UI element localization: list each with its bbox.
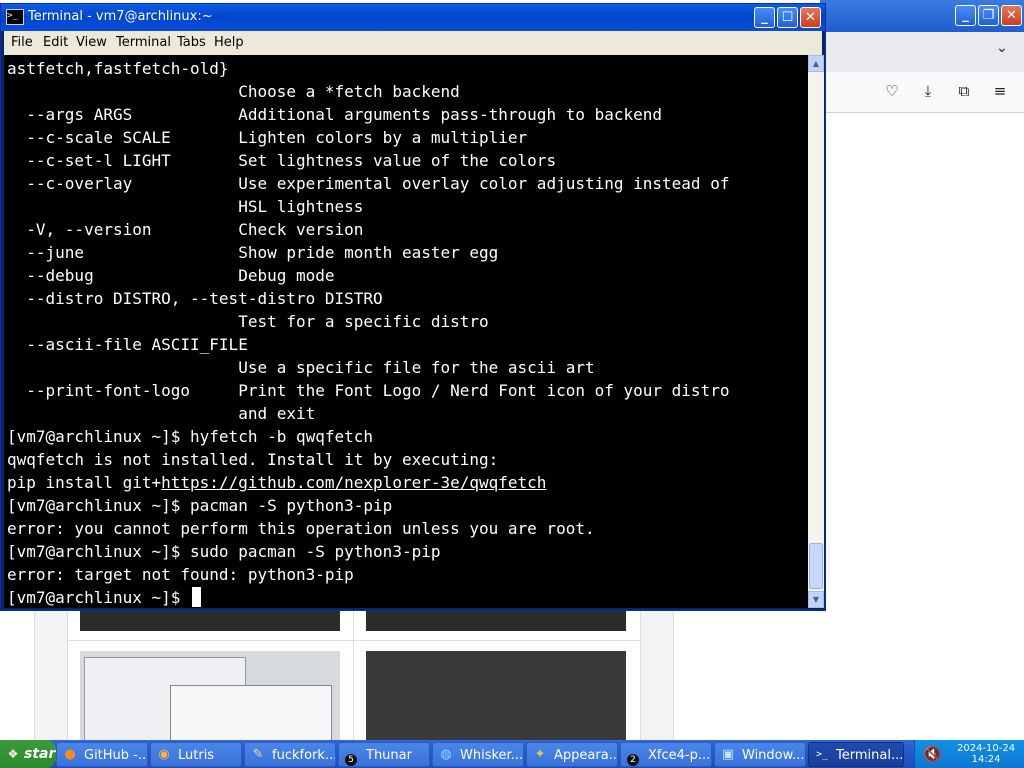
mousepad-icon: ✎ <box>252 747 264 762</box>
terminal-line: [vm7@archlinux ~]$ pacman -S python3-pip <box>7 496 393 515</box>
firefox-icon: ● <box>64 747 76 762</box>
terminal-menubar: File Edit View Terminal Tabs Help <box>4 31 822 55</box>
terminal-line: --ascii-file ASCII_FILE <box>7 335 248 354</box>
terminal-prompt: [vm7@archlinux ~]$ <box>7 588 191 607</box>
menu-view[interactable]: View <box>76 35 107 50</box>
lutris-icon: ◉ <box>158 747 170 762</box>
extensions-icon[interactable]: ⧉ <box>954 82 974 102</box>
browser-minimize-button[interactable]: _ <box>955 5 976 26</box>
window-count-badge: 2 <box>627 754 639 766</box>
browser-titlebar: _ ❐ ✕ <box>820 0 1024 32</box>
browser-page-content <box>34 600 674 743</box>
scroll-up-arrow-icon[interactable]: ▲ <box>808 55 824 72</box>
taskbar-label: GitHub -... <box>84 748 148 763</box>
system-tray: 🔇 2024-10-24 14:24 <box>914 740 1024 768</box>
terminal-icon: >_ <box>815 749 829 760</box>
terminal-line: --june Show pride month easter egg <box>7 243 499 262</box>
terminal-line: error: target not found: python3-pip <box>7 565 354 584</box>
terminal-title: Terminal - vm7@archlinux:~ <box>28 9 213 24</box>
taskbar-button-terminal[interactable]: >_ Terminal... <box>808 742 904 767</box>
terminal-line: --args ARGS Additional arguments pass-th… <box>7 105 663 124</box>
terminal-prompt-line[interactable]: [vm7@archlinux ~]$ <box>7 586 202 608</box>
terminal-line: Use a specific file for the ascii art <box>7 358 595 377</box>
browser-tab-strip: ⌄ <box>820 32 1024 72</box>
text-cursor <box>192 587 202 607</box>
terminal-window: >_ Terminal - vm7@archlinux:~ _ ☐ ✕ File… <box>0 3 826 611</box>
scroll-down-arrow-icon[interactable]: ▼ <box>808 591 824 608</box>
terminal-minimize-button[interactable]: _ <box>754 7 775 28</box>
taskbar-label: fuckfork... <box>272 748 336 763</box>
clock-date: 2024-10-24 <box>957 743 1016 754</box>
terminal-line: --distro DISTRO, --test-distro DISTRO <box>7 289 383 308</box>
menu-tabs[interactable]: Tabs <box>177 35 206 50</box>
terminal-line: HSL lightness <box>7 197 364 216</box>
terminal-line: qwqfetch is not installed. Install it by… <box>7 450 499 469</box>
terminal-line: --c-set-l LIGHT Set lightness value of t… <box>7 151 557 170</box>
terminal-line: --print-font-logo Print the Font Logo / … <box>7 381 730 400</box>
taskbar-label: Xfce4-p... <box>648 748 711 763</box>
whisker-icon: ◍ <box>440 747 452 762</box>
menu-edit[interactable]: Edit <box>43 35 68 50</box>
window-count-badge: 5 <box>345 754 357 766</box>
terminal-maximize-button[interactable]: ☐ <box>777 7 798 28</box>
taskbar-button-window-manager[interactable]: ▣ Window... <box>714 742 806 767</box>
menu-help[interactable]: Help <box>214 35 244 50</box>
volume-muted-icon[interactable]: 🔇 <box>923 745 942 763</box>
window-manager-icon: ▣ <box>721 747 735 762</box>
menu-file[interactable]: File <box>11 35 33 50</box>
terminal-line: Choose a *fetch backend <box>7 82 460 101</box>
terminal-scrollbar[interactable]: ▲ ▼ <box>808 55 824 608</box>
taskbar-label: Terminal... <box>836 748 904 763</box>
taskbar-button-github[interactable]: ● GitHub -... <box>56 742 148 767</box>
taskbar-button-lutris[interactable]: ◉ Lutris <box>150 742 242 767</box>
terminal-line: -V, --version Check version <box>7 220 364 239</box>
taskbar-label: Appeara... <box>554 748 618 763</box>
terminal-line: [vm7@archlinux ~]$ hyfetch -b qwqfetch <box>7 427 374 446</box>
terminal-line: --c-scale SCALE Lighten colors by a mult… <box>7 128 528 147</box>
browser-close-button[interactable]: ✕ <box>1001 5 1022 26</box>
terminal-close-button[interactable]: ✕ <box>800 7 821 28</box>
taskbar: ❖ start ● GitHub -... ◉ Lutris ✎ fuckfor… <box>0 740 1024 768</box>
terminal-app-icon: >_ <box>6 9 24 25</box>
menu-icon[interactable]: ≡ <box>990 82 1010 102</box>
start-button[interactable]: ❖ start <box>0 740 62 768</box>
taskbar-button-whisker[interactable]: ◍ Whisker... <box>432 742 524 767</box>
taskbar-label: Lutris <box>178 748 215 763</box>
terminal-line: --c-overlay Use experimental overlay col… <box>7 174 730 193</box>
github-link[interactable]: https://github.com/nexplorer-3e/qwqfetch <box>161 473 546 492</box>
terminal-line: and exit <box>7 404 316 423</box>
taskbar-button-xfce4-panel[interactable]: 2 Xfce4-p... <box>620 742 712 767</box>
download-icon[interactable]: ⤓ <box>918 82 938 102</box>
taskbar-label: Whisker... <box>460 748 524 763</box>
terminal-titlebar[interactable]: >_ Terminal - vm7@archlinux:~ _ ☐ ✕ <box>1 4 825 31</box>
terminal-line: astfetch,fastfetch-old} <box>7 59 229 78</box>
pocket-icon[interactable]: ♡ <box>882 82 902 102</box>
clock-time: 14:24 <box>971 754 1001 765</box>
windows-flag-icon: ❖ <box>7 747 19 761</box>
tab-list-chevron-icon[interactable]: ⌄ <box>996 40 1008 56</box>
taskbar-label: Window... <box>742 748 805 763</box>
terminal-line: Test for a specific distro <box>7 312 489 331</box>
terminal-line: --debug Debug mode <box>7 266 335 285</box>
terminal-line: pip install git+https://github.com/nexpl… <box>7 471 546 494</box>
terminal-line: error: you cannot perform this operation… <box>7 519 595 538</box>
terminal-line: [vm7@archlinux ~]$ sudo pacman -S python… <box>7 542 441 561</box>
taskbar-button-mousepad[interactable]: ✎ fuckfork... <box>244 742 336 767</box>
taskbar-button-appearance[interactable]: ✦ Appeara... <box>526 742 618 767</box>
scroll-thumb[interactable] <box>809 543 823 589</box>
terminal-line-text: pip install git+ <box>7 473 162 492</box>
menu-terminal[interactable]: Terminal <box>116 35 171 50</box>
taskbar-button-thunar[interactable]: 5 Thunar <box>338 742 430 767</box>
appearance-icon: ✦ <box>534 747 546 762</box>
taskbar-label: Thunar <box>366 748 412 763</box>
clock[interactable]: 2024-10-24 14:24 <box>957 743 1015 765</box>
browser-maximize-button[interactable]: ❐ <box>978 5 999 26</box>
terminal-output[interactable]: astfetch,fastfetch-old} Choose a *fetch … <box>4 55 808 608</box>
screenshot-thumbnail[interactable] <box>67 640 355 743</box>
screenshot-thumbnail[interactable] <box>353 640 641 742</box>
